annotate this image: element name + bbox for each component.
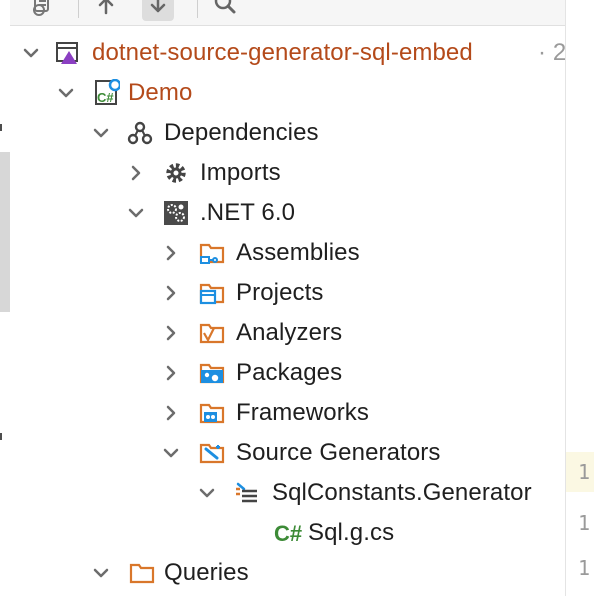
framework-gears-icon <box>162 199 190 227</box>
dependencies-icon <box>126 119 154 147</box>
search-button[interactable] <box>209 0 241 21</box>
svg-text:C#: C# <box>274 521 302 546</box>
editor-line-number: 1 <box>578 556 591 580</box>
tree-node-analyzers[interactable]: Analyzers <box>10 313 565 353</box>
tree-node-generator[interactable]: SqlConstants.Generator <box>10 473 565 513</box>
source-generators-icon <box>198 439 226 467</box>
folder-icon <box>128 559 156 587</box>
gear-icon <box>162 159 190 187</box>
solution-icon <box>54 39 82 67</box>
frameworks-folder-icon <box>198 399 226 427</box>
analyzers-folder-icon <box>198 319 226 347</box>
solution-explorer-window: dotnet-source-generator-sql-embed · 2 C#… <box>0 0 594 596</box>
search-icon <box>213 0 237 22</box>
csharp-project-icon: C# <box>92 79 120 107</box>
tree-node-queries[interactable]: Queries <box>10 553 565 593</box>
chevron-right-icon[interactable] <box>127 164 145 182</box>
imports-label: Imports <box>200 159 281 186</box>
toolbar-separator <box>78 0 79 18</box>
packages-folder-icon <box>198 359 226 387</box>
project-label: Demo <box>128 79 193 106</box>
project-tree: dotnet-source-generator-sql-embed · 2 C#… <box>10 33 565 596</box>
chevron-right-icon[interactable] <box>162 244 180 262</box>
tree-node-projects[interactable]: Projects <box>10 273 565 313</box>
chevron-right-icon[interactable] <box>162 364 180 382</box>
generator-label: SqlConstants.Generator <box>272 479 532 506</box>
generated-file-label: Sql.g.cs <box>308 519 395 546</box>
projects-folder-icon <box>198 279 226 307</box>
project-files-button[interactable] <box>28 0 60 21</box>
queries-label: Queries <box>164 559 249 586</box>
framework-label: .NET 6.0 <box>200 199 296 226</box>
chevron-right-icon[interactable] <box>162 404 180 422</box>
svg-text:C#: C# <box>97 90 114 105</box>
project-files-icon <box>29 0 59 22</box>
packages-label: Packages <box>236 359 343 386</box>
tree-node-generated-file[interactable]: C# Sql.g.cs <box>10 513 565 553</box>
tree-node-project-demo[interactable]: C# Demo <box>10 73 565 113</box>
arrow-up-icon <box>96 0 116 22</box>
arrow-down-icon <box>148 0 168 22</box>
editor-line-number: 1 <box>578 511 591 535</box>
dependencies-label: Dependencies <box>164 119 319 146</box>
chevron-down-icon[interactable] <box>22 44 40 62</box>
tree-node-solution[interactable]: dotnet-source-generator-sql-embed · 2 <box>10 33 565 73</box>
chevron-right-icon[interactable] <box>162 284 180 302</box>
chevron-right-icon[interactable] <box>162 324 180 342</box>
tree-node-packages[interactable]: Packages <box>10 353 565 393</box>
tree-node-frameworks[interactable]: Frameworks <box>10 393 565 433</box>
chevron-down-icon[interactable] <box>92 124 110 142</box>
tree-node-source-generators[interactable]: Source Generators <box>10 433 565 473</box>
tree-node-imports[interactable]: Imports <box>10 153 565 193</box>
chevron-down-icon[interactable] <box>198 484 216 502</box>
move-down-button[interactable] <box>142 0 174 21</box>
projects-label: Projects <box>236 279 324 306</box>
analyzers-label: Analyzers <box>236 319 343 346</box>
csharp-file-icon: C# <box>272 519 306 547</box>
move-up-button[interactable] <box>90 0 122 21</box>
solution-count-suffix: · 2 <box>538 39 565 66</box>
generator-icon <box>232 479 260 507</box>
editor-line-number: 1 <box>566 452 594 492</box>
chevron-down-icon[interactable] <box>57 84 75 102</box>
tree-node-assemblies[interactable]: Assemblies <box>10 233 565 273</box>
chevron-down-icon[interactable] <box>162 444 180 462</box>
toolbar-separator <box>197 0 198 18</box>
assemblies-folder-icon <box>198 239 226 267</box>
left-scroll-strip[interactable] <box>0 152 10 312</box>
left-gutter-tick <box>0 124 2 131</box>
tree-node-dependencies[interactable]: Dependencies <box>10 113 565 153</box>
source-generators-label: Source Generators <box>236 439 441 466</box>
tree-node-framework[interactable]: .NET 6.0 <box>10 193 565 233</box>
left-gutter-tick <box>0 433 2 440</box>
tool-window-toolbar <box>10 0 594 26</box>
chevron-down-icon[interactable] <box>92 564 110 582</box>
assemblies-label: Assemblies <box>236 239 360 266</box>
chevron-down-icon[interactable] <box>127 204 145 222</box>
solution-label: dotnet-source-generator-sql-embed <box>92 39 473 66</box>
frameworks-label: Frameworks <box>236 399 370 426</box>
